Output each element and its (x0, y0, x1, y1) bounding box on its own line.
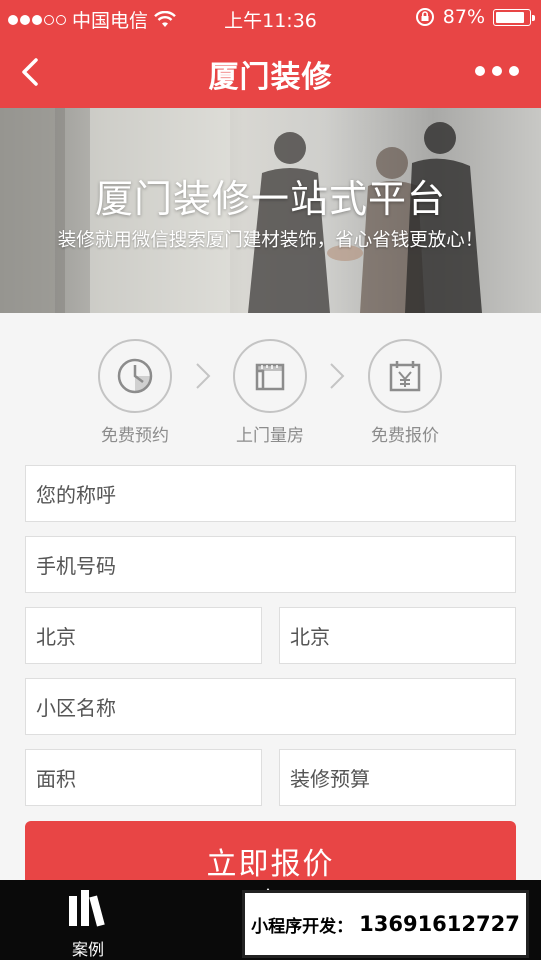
page-title: 厦门装修 (208, 60, 333, 95)
battery-icon (493, 8, 535, 26)
tab-label: 案例 (71, 940, 104, 959)
promo-phone: 13691612727 (359, 912, 520, 936)
status-bar: 中国电信 上午11:36 87% (0, 0, 541, 36)
ruler-frame-icon (233, 339, 307, 413)
banner-title: 厦门装修一站式平台 (94, 177, 446, 221)
area-input[interactable]: 面积 (25, 749, 262, 806)
city-select[interactable]: 北京 (279, 607, 516, 664)
step-free-quote: 免费报价 (345, 339, 465, 446)
hero-banner: 厦门装修一站式平台 装修就用微信搜索厦门建材装饰，省心省钱更放心！ (0, 108, 541, 313)
step-label: 免费报价 (371, 426, 439, 446)
name-input[interactable]: 您的称呼 (25, 465, 516, 522)
banner-subtitle: 装修就用微信搜索厦门建材装饰，省心省钱更放心！ (57, 230, 484, 251)
tab-case[interactable]: 案例 (48, 888, 128, 960)
books-icon (69, 890, 105, 927)
step-label: 上门量房 (236, 426, 304, 446)
budget-input[interactable]: 装修预算 (279, 749, 516, 806)
quote-form-section: 免费预约 上门量房 免费报价 您的称呼 手机号码 北京 北京 小区名称 面积 装… (0, 313, 541, 901)
navigation-bar: 厦门装修 (0, 36, 541, 108)
province-select[interactable]: 北京 (25, 607, 262, 664)
step-home-measure: 上门量房 (210, 339, 330, 446)
rotation-lock-icon (415, 8, 434, 26)
calendar-yen-icon (368, 339, 442, 413)
community-input[interactable]: 小区名称 (25, 678, 516, 735)
chevron-right-icon (330, 363, 345, 389)
battery-percent: 87% (442, 6, 485, 28)
clock-icon (98, 339, 172, 413)
step-free-booking: 免费预约 (75, 339, 195, 446)
phone-input[interactable]: 手机号码 (25, 536, 516, 593)
step-label: 免费预约 (101, 426, 169, 446)
promo-banner: 小程序开发： 13691612727 (242, 890, 529, 958)
battery-group: 87% (415, 6, 535, 28)
promo-label: 小程序开发： (251, 916, 354, 937)
more-options-icon[interactable] (475, 66, 519, 76)
